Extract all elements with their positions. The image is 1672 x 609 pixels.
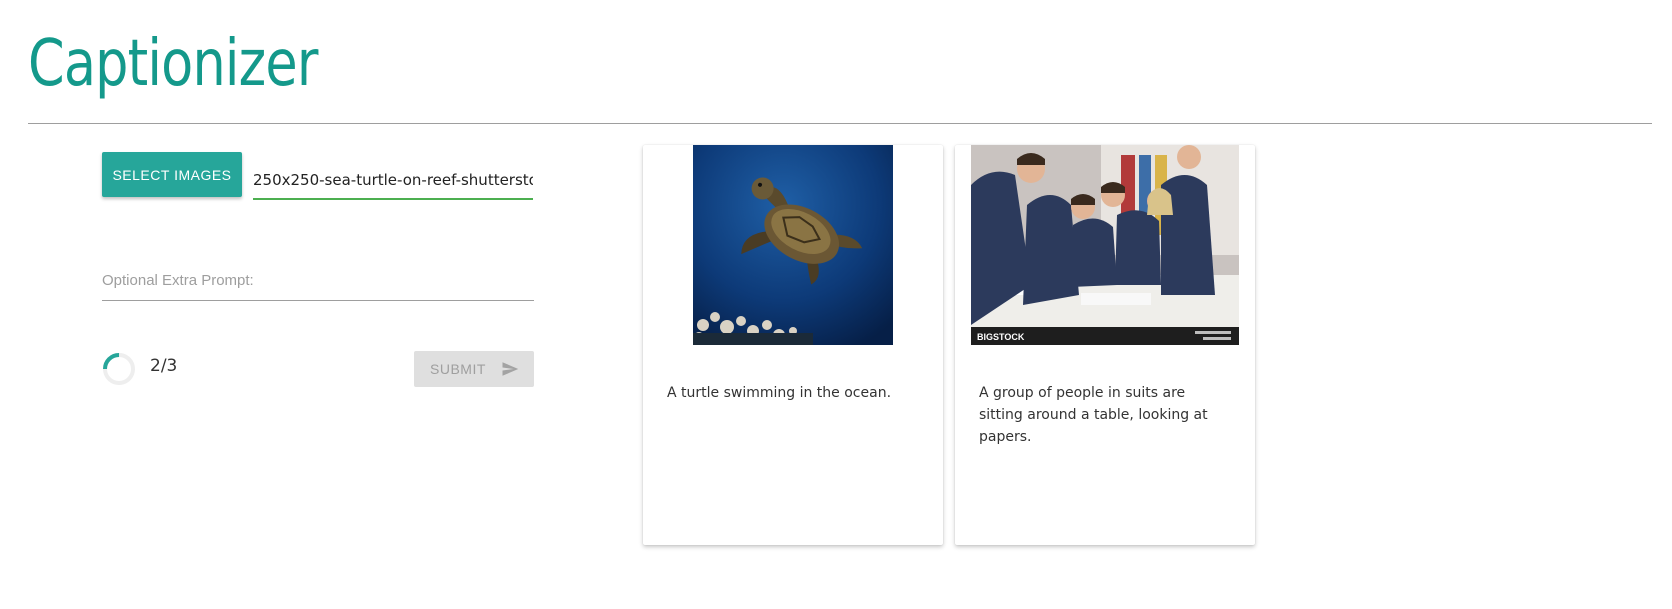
header-divider (28, 123, 1652, 124)
card-caption: A group of people in suits are sitting a… (979, 385, 1208, 445)
caption-card: BIGSTOCK A group of people in suits are … (955, 145, 1255, 545)
extra-prompt-input[interactable] (102, 260, 534, 301)
progress-count: 2/3 (150, 356, 178, 376)
select-images-button[interactable]: SELECT IMAGES (102, 152, 242, 197)
caption-card: A turtle swimming in the ocean. (643, 145, 943, 545)
file-path-field[interactable] (253, 162, 533, 200)
card-caption: A turtle swimming in the ocean. (667, 385, 892, 401)
sea-turtle-image (693, 145, 893, 345)
business-meeting-image: BIGSTOCK (971, 145, 1239, 345)
send-icon (502, 362, 519, 376)
submit-label: SUBMIT (430, 361, 486, 377)
progress-spinner (103, 353, 135, 385)
watermark-text: BIGSTOCK (977, 332, 1025, 342)
submit-button[interactable]: SUBMIT (414, 351, 534, 387)
app-title: Captionizer (28, 27, 318, 101)
